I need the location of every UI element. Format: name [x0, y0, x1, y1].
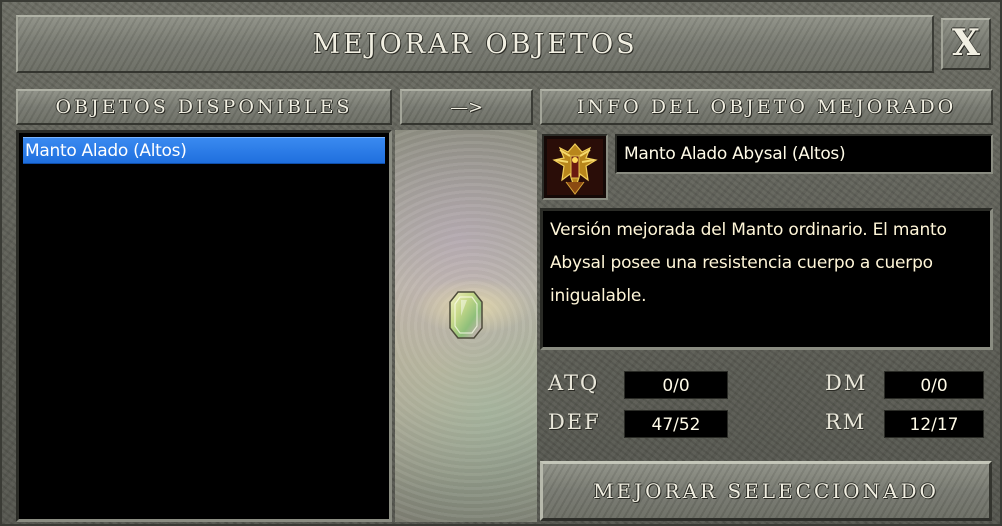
stat-label-dm: DM [825, 371, 868, 395]
available-items-list[interactable]: Manto Alado (Altos) [16, 130, 392, 522]
stat-value-atq: 0/0 [624, 371, 728, 399]
window-title: MEJORAR OBJETOS [16, 15, 934, 73]
upgraded-info-header: INFO DEL OBJETO MEJORADO [540, 89, 993, 125]
upgraded-item-description: Versión mejorada del Manto ordinario. El… [540, 208, 993, 350]
item-preview [395, 130, 537, 522]
available-items-header: OBJETOS DISPONIBLES [16, 89, 392, 125]
winged-cloak-icon [542, 134, 608, 200]
gem-crystal-icon [449, 291, 483, 339]
list-item[interactable]: Manto Alado (Altos) [23, 137, 385, 164]
stat-value-rm: 12/17 [884, 410, 984, 438]
stat-label-atq: ATQ [548, 371, 600, 395]
close-icon: X [952, 22, 980, 64]
upgraded-item-name: Manto Alado Abysal (Altos) [615, 134, 993, 174]
stat-value-def: 47/52 [624, 410, 728, 438]
upgrade-selected-button[interactable]: MEJORAR SELECCIONADO [540, 461, 992, 521]
stat-label-def: DEF [548, 410, 601, 434]
close-button[interactable]: X [941, 18, 991, 70]
stat-label-rm: RM [825, 410, 867, 434]
stat-value-dm: 0/0 [884, 371, 984, 399]
arrow-header: —> [400, 89, 533, 125]
upgrade-items-window: MEJORAR OBJETOS X OBJETOS DISPONIBLES —>… [0, 0, 1002, 526]
